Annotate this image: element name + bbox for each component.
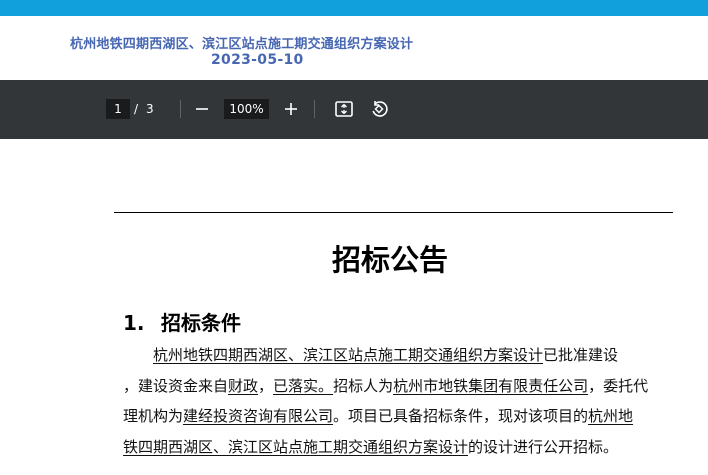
text-span: 的设计进行公开招标。 — [468, 437, 619, 456]
text-span: 。项目已具备招标条件，现对该项目的 — [333, 407, 589, 425]
plus-icon — [285, 103, 297, 115]
paragraph-line: 铁四期西湖区、滨江区站点施工期交通组织方案设计的设计进行公开招标。 — [123, 432, 661, 463]
text-span: ，建设资金来自 — [123, 376, 229, 395]
paragraph-line: 杭州地铁四期西湖区、滨江区站点施工期交通组织方案设计已批准建设 — [123, 340, 661, 371]
toolbar-divider — [314, 100, 315, 118]
pdf-toolbar: 1 / 3 100% — [0, 80, 708, 139]
text-span: 已批准建设 — [543, 346, 619, 364]
paragraph-line: 理机构为建经投资咨询有限公司。项目已具备招标条件，现对该项目的杭州地 — [123, 401, 661, 432]
fit-to-page-button[interactable] — [332, 97, 356, 121]
rotate-icon — [372, 101, 388, 117]
funding-source-underlined: 财政 — [228, 376, 259, 395]
page-number-input[interactable]: 1 — [106, 99, 130, 119]
project-name-underlined: 铁四期西湖区、滨江区站点施工期交通组织方案设计 — [123, 437, 469, 456]
funding-status-underlined: 已落实。 — [273, 376, 334, 395]
fit-page-icon — [335, 101, 353, 117]
tenderer-underlined: 杭州市地铁集团有限责任公司 — [393, 376, 589, 395]
project-name-underlined: 杭州地 — [588, 407, 634, 425]
paragraph-line: ，建设资金来自财政，已落实。招标人为杭州市地铁集团有限责任公司，委托代 — [123, 371, 661, 402]
zoom-out-button[interactable] — [190, 97, 214, 121]
page-header: 杭州地铁四期西湖区、滨江区站点施工期交通组织方案设计 2023-05-10 — [0, 16, 708, 80]
section-heading: 1. 招标条件 — [123, 307, 241, 336]
page-separator: / — [134, 102, 139, 116]
rotate-button[interactable] — [367, 97, 391, 121]
section-number: 1. — [123, 311, 145, 335]
document-page: 招标公告 1. 招标条件 杭州地铁四期西湖区、滨江区站点施工期交通组织方案设计已批… — [0, 139, 708, 475]
text-span: 理机构为 — [123, 407, 184, 425]
page-total: 3 — [146, 102, 154, 116]
header-title: 杭州地铁四期西湖区、滨江区站点施工期交通组织方案设计 — [70, 37, 414, 52]
zoom-in-button[interactable] — [279, 97, 303, 121]
section-title: 招标条件 — [161, 311, 241, 335]
text-span: ， — [258, 376, 274, 395]
project-name-underlined: 杭州地铁四期西湖区、滨江区站点施工期交通组织方案设计 — [153, 346, 544, 364]
document-title: 招标公告 — [331, 243, 448, 277]
text-span: 招标人为 — [333, 376, 394, 395]
top-accent-bar — [0, 0, 708, 16]
zoom-level-input[interactable]: 100% — [224, 99, 269, 119]
toolbar-divider — [180, 100, 181, 118]
tender-conditions-paragraph: 杭州地铁四期西湖区、滨江区站点施工期交通组织方案设计已批准建设 ，建设资金来自财… — [123, 340, 661, 462]
agency-underlined: 建经投资咨询有限公司 — [183, 407, 334, 425]
minus-icon — [196, 108, 208, 110]
header-rule — [114, 212, 673, 213]
header-date: 2023-05-10 — [211, 52, 304, 68]
text-span: ，委托代 — [588, 376, 649, 395]
